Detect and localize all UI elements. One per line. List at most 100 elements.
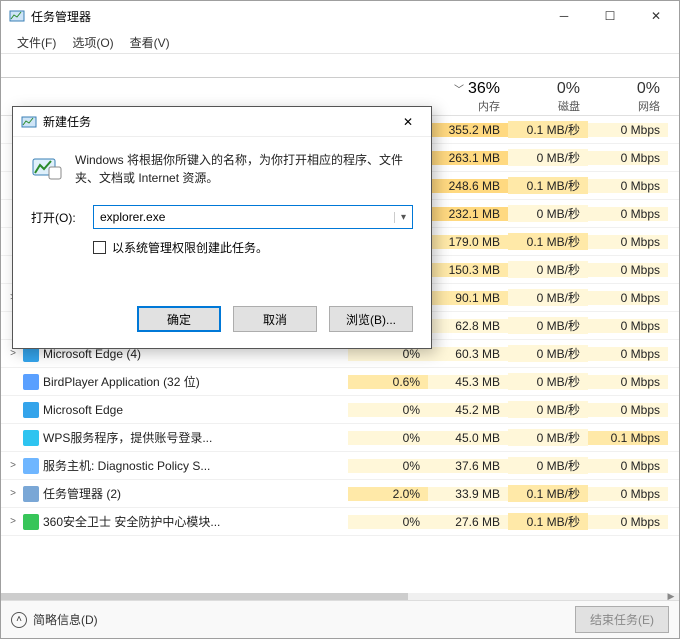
mem-cell: 355.2 MB <box>428 123 508 137</box>
expand-icon[interactable]: > <box>7 348 19 359</box>
disk-cell: 0 MB/秒 <box>508 373 588 390</box>
mem-cell: 33.9 MB <box>428 487 508 501</box>
disk-cell: 0 MB/秒 <box>508 317 588 334</box>
mem-cell: 179.0 MB <box>428 235 508 249</box>
net-cell: 0 Mbps <box>588 179 668 193</box>
net-cell: 0 Mbps <box>588 207 668 221</box>
browse-button[interactable]: 浏览(B)... <box>329 306 413 332</box>
mem-cell: 27.6 MB <box>428 515 508 529</box>
disk-cell: 0 MB/秒 <box>508 345 588 362</box>
name-cell: BirdPlayer Application (32 位) <box>1 373 348 390</box>
disk-cell: 0 MB/秒 <box>508 289 588 306</box>
disk-usage-pct: 0% <box>557 80 580 98</box>
window-controls: ─ ☐ ✕ <box>541 1 679 31</box>
minimize-button[interactable]: ─ <box>541 1 587 31</box>
table-row[interactable]: >360安全卫士 安全防护中心模块... 0%27.6 MB0.1 MB/秒0 M… <box>1 508 679 536</box>
open-dropdown-icon[interactable]: ▾ <box>394 212 412 223</box>
expand-icon[interactable]: > <box>7 516 19 527</box>
mem-cell: 263.1 MB <box>428 151 508 165</box>
name-cell: Microsoft Edge <box>1 402 348 418</box>
table-row[interactable]: >服务主机: Diagnostic Policy S...0%37.6 MB0 … <box>1 452 679 480</box>
cpu-cell: 2.0% <box>348 487 428 501</box>
disk-cell: 0.1 MB/秒 <box>508 121 588 138</box>
table-row[interactable]: Microsoft Edge0%45.2 MB0 MB/秒0 Mbps <box>1 396 679 424</box>
open-input[interactable] <box>94 206 394 228</box>
name-cell: WPS服务程序，提供账号登录... <box>1 429 348 446</box>
process-name: 360安全卫士 安全防护中心模块... <box>43 513 220 530</box>
col-mem-header[interactable]: ﹀ 36% 内存 <box>428 80 508 114</box>
expand-icon[interactable]: > <box>7 488 19 499</box>
mem-cell: 37.6 MB <box>428 459 508 473</box>
scroll-thumb[interactable] <box>1 593 408 600</box>
titlebar: 任务管理器 ─ ☐ ✕ <box>1 1 679 31</box>
window-title: 任务管理器 <box>31 8 91 25</box>
mem-cell: 45.0 MB <box>428 431 508 445</box>
cpu-cell: 0% <box>348 459 428 473</box>
mem-usage-pct: 36% <box>468 80 500 98</box>
name-cell: > 服务主机: Diagnostic Policy S... <box>1 457 348 474</box>
process-name: 服务主机: Diagnostic Policy S... <box>43 457 210 474</box>
menu-options[interactable]: 选项(O) <box>66 32 119 53</box>
new-task-dialog: 新建任务 ✕ Windows 将根据你所键入的名称，为你打开相应的程序、文件夹、… <box>12 106 432 349</box>
admin-checkbox[interactable] <box>93 241 106 254</box>
cpu-cell: 0.6% <box>348 375 428 389</box>
disk-cell: 0 MB/秒 <box>508 457 588 474</box>
end-task-button[interactable]: 结束任务(E) <box>575 606 669 633</box>
disk-cell: 0.1 MB/秒 <box>508 513 588 530</box>
maximize-button[interactable]: ☐ <box>587 1 633 31</box>
open-label: 打开(O): <box>31 209 85 226</box>
mem-cell: 90.1 MB <box>428 291 508 305</box>
footer: ˄ 简略信息(D) 结束任务(E) <box>1 600 679 638</box>
table-row[interactable]: WPS服务程序，提供账号登录...0%45.0 MB0 MB/秒0.1 Mbps <box>1 424 679 452</box>
dialog-titlebar: 新建任务 ✕ <box>13 107 431 137</box>
run-icon <box>31 151 63 183</box>
cpu-cell: 0% <box>348 431 428 445</box>
expand-icon[interactable]: > <box>7 460 19 471</box>
table-row[interactable]: >任务管理器 (2)2.0%33.9 MB0.1 MB/秒0 Mbps <box>1 480 679 508</box>
net-usage-pct: 0% <box>637 80 660 98</box>
fewer-details-label: 简略信息(D) <box>33 611 98 628</box>
net-cell: 0 Mbps <box>588 151 668 165</box>
net-cell: 0 Mbps <box>588 291 668 305</box>
mem-cell: 60.3 MB <box>428 347 508 361</box>
mem-cell: 45.3 MB <box>428 375 508 389</box>
close-button[interactable]: ✕ <box>633 1 679 31</box>
ok-button[interactable]: 确定 <box>137 306 221 332</box>
mem-label: 内存 <box>478 98 500 114</box>
taskmgr-icon <box>21 114 37 130</box>
net-cell: 0 Mbps <box>588 515 668 529</box>
body: ﹀ 36% 内存 0% 磁盘 0% 网络 355.2 MB0.1 MB/秒0 M… <box>1 53 679 600</box>
process-name: 任务管理器 (2) <box>43 485 121 502</box>
net-cell: 0 Mbps <box>588 459 668 473</box>
net-label: 网络 <box>638 98 660 114</box>
cancel-button[interactable]: 取消 <box>233 306 317 332</box>
table-row[interactable]: BirdPlayer Application (32 位) 0.6%45.3 MB… <box>1 368 679 396</box>
fewer-details-button[interactable]: ˄ 简略信息(D) <box>11 611 98 628</box>
name-cell: > 任务管理器 (2) <box>1 485 348 502</box>
col-disk-header[interactable]: 0% 磁盘 <box>508 80 588 114</box>
menu-view[interactable]: 查看(V) <box>124 32 176 53</box>
disk-cell: 0 MB/秒 <box>508 205 588 222</box>
mem-cell: 62.8 MB <box>428 319 508 333</box>
menubar: 文件(F) 选项(O) 查看(V) <box>1 31 679 53</box>
scroll-right-icon[interactable]: ▶ <box>663 593 679 600</box>
chevron-up-circle-icon: ˄ <box>11 612 27 628</box>
open-combobox[interactable]: ▾ <box>93 205 413 229</box>
disk-cell: 0.1 MB/秒 <box>508 177 588 194</box>
dialog-body: Windows 将根据你所键入的名称，为你打开相应的程序、文件夹、文档或 Int… <box>13 137 431 306</box>
menu-file[interactable]: 文件(F) <box>11 32 62 53</box>
disk-cell: 0.1 MB/秒 <box>508 233 588 250</box>
net-cell: 0 Mbps <box>588 319 668 333</box>
cpu-cell: 0% <box>348 515 428 529</box>
task-manager-window: 任务管理器 ─ ☐ ✕ 文件(F) 选项(O) 查看(V) ﹀ 36% 内存 <box>0 0 680 639</box>
mem-cell: 45.2 MB <box>428 403 508 417</box>
dialog-close-button[interactable]: ✕ <box>385 107 431 137</box>
process-icon <box>23 458 39 474</box>
process-name: BirdPlayer Application (32 位) <box>43 373 200 390</box>
taskmgr-icon <box>9 8 25 24</box>
col-net-header[interactable]: 0% 网络 <box>588 80 668 114</box>
net-cell: 0 Mbps <box>588 123 668 137</box>
horizontal-scrollbar[interactable]: ◀ ▶ <box>1 593 679 600</box>
net-cell: 0 Mbps <box>588 263 668 277</box>
process-icon <box>23 486 39 502</box>
